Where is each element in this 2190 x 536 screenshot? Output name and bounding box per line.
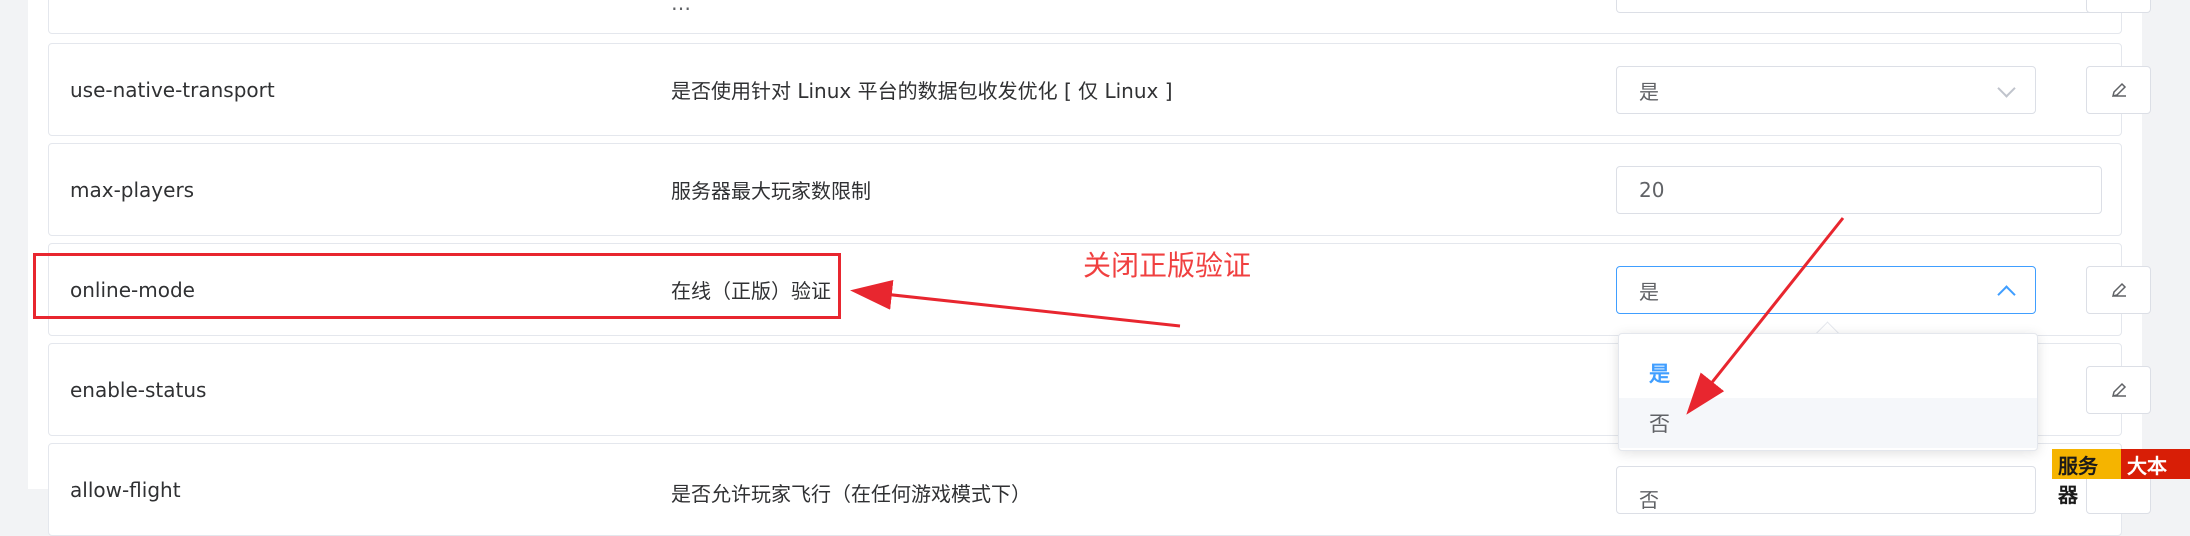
watermark: 服务器 大本营 <box>2052 449 2190 507</box>
watermark-part2: 大本营 <box>2121 449 2190 507</box>
arrow-to-option <box>1686 217 1845 415</box>
annotation-arrows <box>850 217 1845 415</box>
arrow-to-description <box>850 279 1181 328</box>
watermark-part1: 服务器 <box>2052 449 2121 507</box>
